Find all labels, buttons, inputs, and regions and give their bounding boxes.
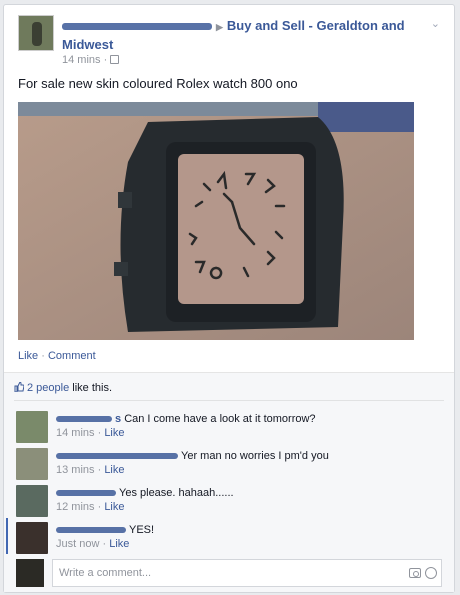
arrow-right-icon: ▶ bbox=[216, 22, 223, 32]
post-card: ⌄ ▶ Buy and Sell - Geraldton and Midwest … bbox=[3, 4, 455, 593]
comment-text: Can I come have a look at it tomorrow? bbox=[124, 413, 316, 425]
separator: · bbox=[41, 350, 45, 362]
redacted-name[interactable] bbox=[56, 453, 178, 460]
divider bbox=[14, 400, 444, 401]
comment-body: Yer man no worries I pm'd you 13 mins · … bbox=[56, 449, 329, 477]
post-author-line: ▶ Buy and Sell - Geraldton and Midwest bbox=[62, 17, 422, 53]
new-comment-indicator bbox=[6, 518, 8, 554]
avatar[interactable] bbox=[16, 448, 48, 480]
likes-suffix: like this. bbox=[72, 382, 113, 394]
comment-text: YES! bbox=[129, 524, 155, 536]
comment-like-link[interactable]: Like bbox=[104, 427, 124, 439]
likes-summary: 2 people like this. bbox=[14, 382, 112, 394]
comment-like-link[interactable]: Like bbox=[109, 538, 129, 550]
comment-body: YES! Just now · Like bbox=[56, 523, 154, 551]
like-link[interactable]: Like bbox=[18, 350, 38, 362]
comments-section: 2 people like this. s Can I come have a … bbox=[4, 372, 454, 592]
write-comment-row: Write a comment... bbox=[16, 559, 442, 589]
comment-time[interactable]: 12 mins · bbox=[56, 501, 101, 513]
comment-link[interactable]: Comment bbox=[48, 350, 96, 362]
audience-icon[interactable] bbox=[110, 55, 120, 64]
post-text: For sale new skin coloured Rolex watch 8… bbox=[18, 76, 298, 91]
avatar[interactable] bbox=[16, 559, 44, 587]
watch-photo-image bbox=[18, 102, 414, 340]
comment-time[interactable]: 13 mins · bbox=[56, 464, 101, 476]
comment-input[interactable]: Write a comment... bbox=[52, 559, 442, 587]
redacted-name[interactable] bbox=[56, 490, 116, 497]
avatar[interactable] bbox=[16, 485, 48, 517]
post-header: ▶ Buy and Sell - Geraldton and Midwest 14… bbox=[18, 15, 414, 66]
comment-text: Yes please. hahaah...... bbox=[119, 487, 234, 499]
emoji-icon[interactable] bbox=[425, 567, 437, 579]
comment-item: Yer man no worries I pm'd you 13 mins · … bbox=[4, 444, 454, 480]
comment-body: s Can I come have a look at it tomorrow?… bbox=[56, 412, 316, 440]
comment-author-tail[interactable]: s bbox=[115, 413, 121, 425]
redacted-name[interactable] bbox=[56, 416, 112, 423]
redacted-name[interactable] bbox=[62, 23, 212, 31]
comment-time[interactable]: 14 mins · bbox=[56, 427, 101, 439]
post-actions: Like · Comment bbox=[18, 350, 96, 362]
avatar[interactable] bbox=[18, 15, 54, 51]
comment-time[interactable]: Just now · bbox=[56, 538, 106, 550]
group-name-link-2[interactable]: Midwest bbox=[62, 37, 113, 52]
comment-text: Yer man no worries I pm'd you bbox=[181, 450, 329, 462]
comment-item: YES! Just now · Like bbox=[4, 518, 454, 554]
group-name-link[interactable]: Buy and Sell - Geraldton and bbox=[227, 18, 405, 33]
comment-item: s Can I come have a look at it tomorrow?… bbox=[4, 407, 454, 443]
redacted-name[interactable] bbox=[56, 527, 126, 534]
post-meta: 14 mins · bbox=[62, 54, 120, 66]
avatar[interactable] bbox=[16, 411, 48, 443]
post-time[interactable]: 14 mins · bbox=[62, 54, 107, 66]
chevron-down-icon[interactable]: ⌄ bbox=[431, 17, 440, 30]
likes-count-link[interactable]: 2 people bbox=[27, 382, 69, 394]
post-photo[interactable] bbox=[18, 102, 414, 340]
comment-body: Yes please. hahaah...... 12 mins · Like bbox=[56, 486, 234, 514]
comment-like-link[interactable]: Like bbox=[104, 464, 124, 476]
avatar[interactable] bbox=[16, 522, 48, 554]
camera-icon[interactable] bbox=[409, 568, 421, 578]
comment-placeholder: Write a comment... bbox=[59, 567, 152, 579]
thumbs-up-icon bbox=[14, 382, 24, 392]
comment-item: Yes please. hahaah...... 12 mins · Like bbox=[4, 481, 454, 517]
comment-like-link[interactable]: Like bbox=[104, 501, 124, 513]
